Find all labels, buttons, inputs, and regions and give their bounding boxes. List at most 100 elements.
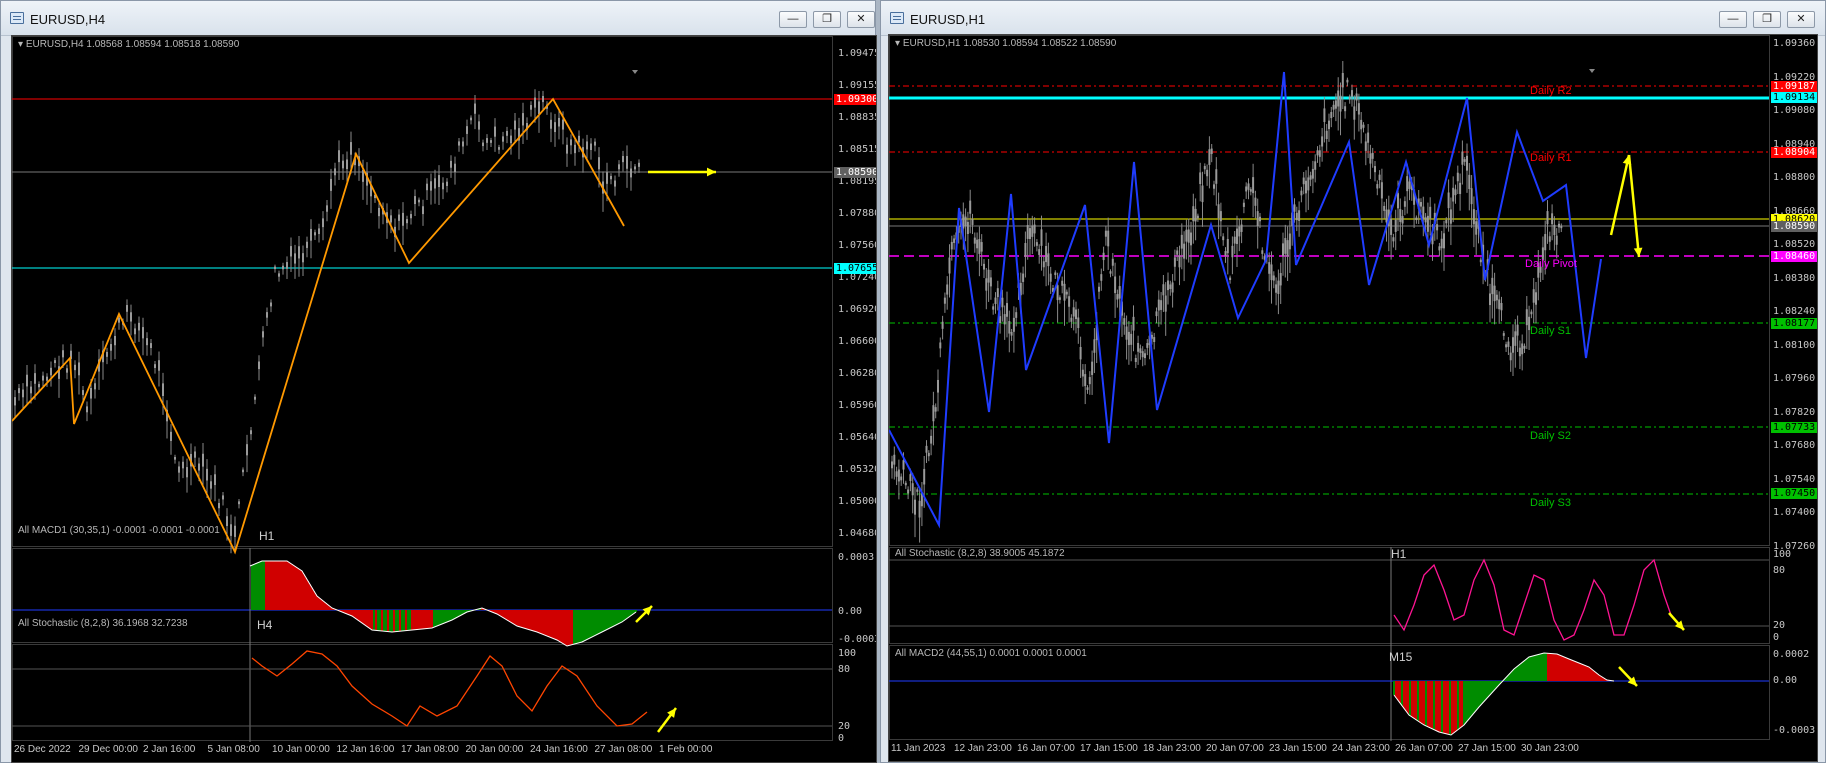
price-candle (242, 469, 244, 473)
price-candle (1146, 343, 1149, 348)
price-candle (1178, 255, 1181, 268)
price-candle (402, 212, 404, 226)
price-candle (158, 360, 160, 371)
price-candle (907, 489, 910, 494)
price-candle (630, 168, 632, 178)
price-candle (1231, 245, 1234, 258)
price-chart-h1[interactable]: ▾ EURUSD,H1 1.08530 1.08594 1.08522 1.08… (888, 34, 1818, 762)
price-candle (1272, 275, 1275, 281)
price-candle (338, 150, 340, 163)
time-axis-label: 11 Jan 2023 (891, 743, 946, 754)
price-candle (1440, 238, 1443, 249)
price-candle (218, 503, 220, 509)
price-candle (1109, 271, 1112, 274)
price-scale-label: 1.07820 (1773, 406, 1816, 418)
time-axis-label: 27 Jan 08:00 (594, 744, 653, 755)
price-candle (1072, 307, 1075, 317)
price-candle (1298, 210, 1301, 221)
price-candle (1015, 312, 1018, 318)
price-candle (462, 141, 464, 147)
price-candle (498, 147, 500, 150)
price-candle (1100, 274, 1103, 281)
price-candle (1190, 232, 1192, 246)
restore-button[interactable]: ❐ (813, 11, 841, 28)
price-candle (1054, 272, 1057, 276)
price-candle (214, 474, 216, 486)
price-candle (1535, 292, 1537, 305)
price-candle (1348, 96, 1351, 100)
close-button[interactable]: ✕ (1787, 11, 1815, 28)
price-scale-label: 1.05960 (838, 400, 877, 411)
price-candle (458, 141, 460, 146)
price-candle (306, 241, 308, 248)
minimize-button[interactable]: — (1719, 11, 1747, 28)
price-candle (1157, 299, 1160, 311)
macd-panel-frame (889, 645, 1770, 740)
price-candle (1201, 185, 1204, 203)
price-candle (1217, 204, 1220, 219)
price-candle (1364, 141, 1367, 151)
price-candle (542, 95, 544, 103)
price-candle (326, 205, 328, 212)
price-candle (282, 265, 284, 270)
restore-button[interactable]: ❐ (1753, 11, 1781, 28)
price-candle (1318, 150, 1321, 157)
price-candle (1261, 250, 1264, 254)
price-candle (302, 253, 304, 263)
stochastic-scale-label: 100 (838, 648, 857, 659)
price-candle (1293, 204, 1296, 212)
title-bar[interactable]: EURUSD,H1 — ❐ ✕ (881, 1, 1825, 36)
price-candle (430, 181, 432, 191)
price-candle (1141, 351, 1144, 358)
price-candle (1169, 284, 1172, 289)
title-bar[interactable]: EURUSD,H4 — ❐ ✕ (1, 1, 875, 36)
daily-r1-label: Daily R1 (1530, 152, 1572, 164)
price-candle (238, 501, 240, 505)
price-candle (996, 288, 999, 298)
price-candle (570, 139, 572, 146)
price-candle (946, 284, 949, 295)
price-candle (534, 97, 536, 108)
price-candle (943, 297, 946, 304)
macd-scale-label: 0.00 (838, 606, 863, 617)
chart-window-eurusd-h4[interactable]: EURUSD,H4 — ❐ ✕ ▾ EURUSD,H4 1.08568 1.08… (0, 0, 877, 763)
price-scale-label: 1.06920 (838, 304, 877, 315)
price-candle (976, 239, 979, 249)
price-candle (1516, 324, 1519, 336)
time-axis-label: 27 Jan 15:00 (1458, 743, 1516, 754)
price-candle (114, 335, 116, 346)
price-candle (418, 199, 420, 203)
price-candle (314, 232, 316, 236)
price-candle (971, 218, 974, 225)
price-candle (118, 317, 120, 323)
time-axis-label: 12 Jan 16:00 (336, 744, 395, 755)
price-candle (1063, 283, 1066, 301)
price-candle (1374, 166, 1376, 173)
price-candle (1104, 230, 1107, 237)
price-candle (62, 350, 64, 358)
price-candle (1330, 111, 1333, 119)
price-candle (1443, 233, 1445, 249)
price-candle (278, 273, 280, 277)
price-scale-label: 1.09360 (1773, 38, 1816, 49)
price-candle (1153, 337, 1156, 343)
r2-price-tag: 1.09187 (1771, 81, 1817, 92)
price-chart[interactable]: ▾ EURUSD,H4 1.08568 1.08594 1.08518 1.08… (11, 35, 877, 763)
minimize-button[interactable]: — (779, 11, 807, 28)
price-candle (1164, 295, 1167, 312)
price-candle (923, 468, 926, 485)
close-button[interactable]: ✕ (847, 11, 875, 28)
price-candle (250, 430, 252, 435)
price-candle (1339, 95, 1342, 112)
s2-price-tag: 1.07733 (1771, 422, 1817, 433)
price-candle (334, 168, 336, 176)
price-candle (1012, 317, 1015, 332)
price-candle (950, 241, 953, 250)
price-candle (438, 175, 440, 188)
price-scale-label: 1.08515 (838, 144, 877, 155)
price-candle (638, 162, 640, 167)
price-scale-label: 1.08240 (1773, 306, 1816, 317)
price-candle (1500, 303, 1503, 311)
price-candle (1521, 343, 1524, 355)
price-candle (1479, 259, 1482, 263)
